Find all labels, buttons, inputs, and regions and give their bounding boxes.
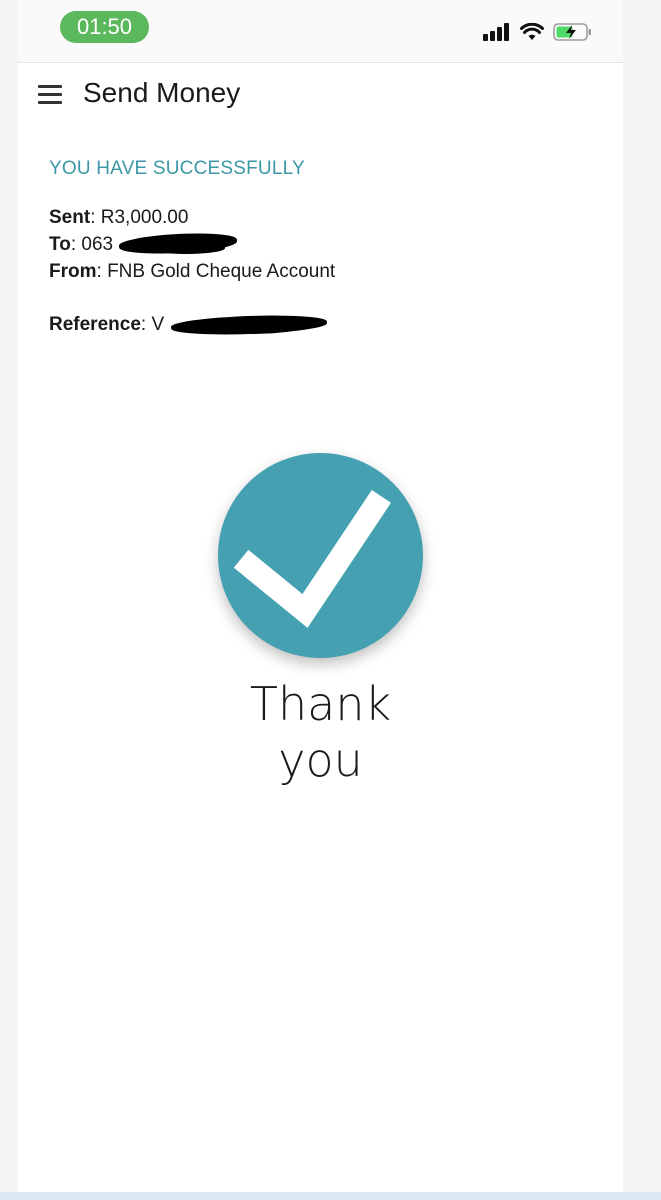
wifi-icon [520,23,544,40]
reference-label: Reference [49,314,141,335]
page-title: Send Money [83,77,241,108]
reference-row: Reference: V [49,311,609,338]
thank-you-message: Thank you [168,676,473,788]
thank-you-line-1: Thank [249,677,392,731]
to-row: To: 063 [49,230,609,258]
sent-amount: R3,000.00 [100,207,189,228]
confirmation-details: YOU HAVE SUCCESSFULLY Sent: R3,000.00 To… [49,158,609,338]
app-screen: 01:50 Send Money YOU HAVE SUCCESSFULLY S… [18,0,623,1200]
status-bar: 01:50 [18,0,623,63]
sent-row: Sent: R3,000.00 [49,207,189,228]
reference-value: V [151,314,165,335]
redaction-mark [189,320,301,334]
app-bar: Send Money [18,63,623,129]
status-time: 01:50 [60,11,149,43]
source-account: FNB Gold Cheque Account [107,261,336,282]
status-icons [483,20,593,44]
success-badge [218,453,423,658]
recipient-number: 063 [81,234,114,255]
from-label: From [49,261,97,282]
battery-charging-icon [553,23,591,41]
redaction-mark [147,241,225,254]
cellular-signal-icon [483,23,509,41]
hamburger-menu-icon[interactable] [38,85,62,105]
to-label: To [49,234,71,255]
success-heading: YOU HAVE SUCCESSFULLY [49,158,305,179]
checkmark-icon [233,490,391,628]
sent-label: Sent [49,207,91,228]
success-circle [218,453,423,658]
thank-you-line-2: you [278,733,363,787]
bottom-edge [0,1192,661,1200]
from-row: From: FNB Gold Cheque Account [49,261,336,282]
